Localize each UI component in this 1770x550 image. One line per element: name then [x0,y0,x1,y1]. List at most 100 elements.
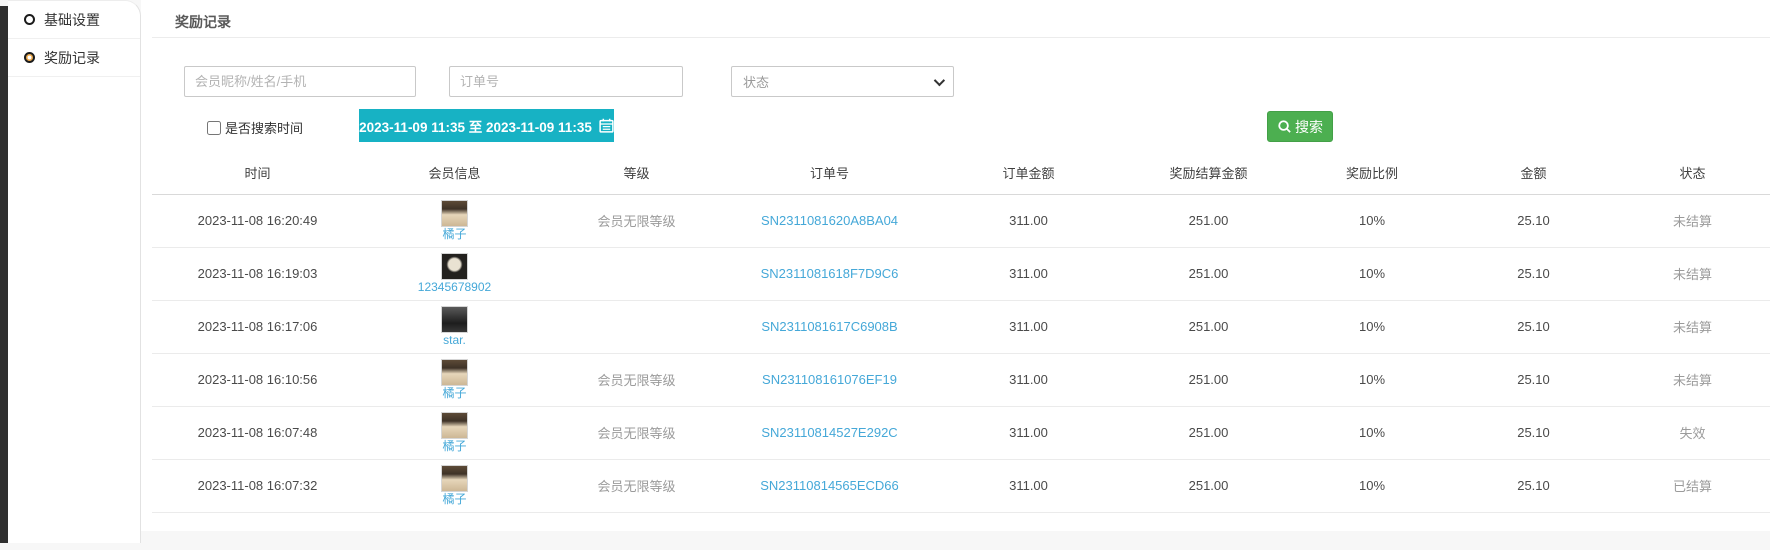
avatar[interactable] [441,253,468,280]
member-name-link[interactable]: 12345678902 [418,281,491,295]
table-row: 2023-11-08 16:17:06 star. SN2311081617C6… [152,300,1770,353]
status-cell: 未结算 [1615,194,1770,247]
column-header: 金额 [1452,152,1615,194]
order-number-input[interactable] [449,66,683,97]
settle-amount-cell: 251.00 [1125,406,1292,459]
table-body: 2023-11-08 16:20:49 橘子 会员无限等级 SN23110816… [152,194,1770,512]
sidebar-item-label: 奖励记录 [44,48,100,68]
member-name-link[interactable]: 橘子 [442,440,466,454]
time-cell: 2023-11-08 16:20:49 [152,194,363,247]
chevron-down-icon [934,74,945,85]
level-cell [546,247,727,300]
date-range-label: 2023-11-09 11:35 至 2023-11-09 11:35 [359,116,592,136]
amount-cell: 25.10 [1452,247,1615,300]
search-time-checkbox[interactable] [207,121,221,135]
reward-ratio-cell: 10% [1292,300,1452,353]
column-header: 订单号 [727,152,932,194]
member-cell: 橘子 [363,459,546,512]
reward-ratio-cell: 10% [1292,194,1452,247]
order-amount-cell: 311.00 [932,406,1125,459]
order-number-link[interactable]: SN23110814565ECD66 [760,478,899,493]
column-header: 奖励结算金额 [1125,152,1292,194]
sidebar-item-label: 基础设置 [44,10,100,30]
reward-ratio-cell: 10% [1292,406,1452,459]
order-amount-cell: 311.00 [932,300,1125,353]
member-cell: star. [363,300,546,353]
member-name-link[interactable]: 橘子 [442,493,466,507]
column-header: 等级 [546,152,727,194]
search-button[interactable]: 搜索 [1267,111,1333,142]
order-number-link[interactable]: SN2311081617C6908B [761,319,897,334]
table-row: 2023-11-08 16:07:48 橘子 会员无限等级 SN23110814… [152,406,1770,459]
level-cell: 会员无限等级 [546,353,727,406]
member-search-input[interactable] [184,66,416,97]
member-cell: 橘子 [363,406,546,459]
amount-cell: 25.10 [1452,353,1615,406]
time-cell: 2023-11-08 16:07:32 [152,459,363,512]
table-row: 2023-11-08 16:07:32 橘子 会员无限等级 SN23110814… [152,459,1770,512]
amount-cell: 25.10 [1452,459,1615,512]
column-header: 时间 [152,152,363,194]
avatar[interactable] [441,465,468,492]
avatar[interactable] [441,412,468,439]
column-header: 订单金额 [932,152,1125,194]
avatar[interactable] [441,200,468,227]
status-select-value: 状态 [743,72,769,91]
avatar[interactable] [441,359,468,386]
order-amount-cell: 311.00 [932,194,1125,247]
title-divider [152,37,1770,38]
table-row: 2023-11-08 16:20:49 橘子 会员无限等级 SN23110816… [152,194,1770,247]
column-header: 状态 [1615,152,1770,194]
sidebar-item-basic-settings[interactable]: 基础设置 [8,1,140,39]
main-content: 奖励记录 状态 是否搜索时间 2023-11-09 11:35 至 2023-1… [141,0,1770,531]
member-name-link[interactable]: star. [443,334,466,348]
reward-ratio-cell: 10% [1292,459,1452,512]
level-cell [546,300,727,353]
table-header-row: 时间会员信息等级订单号订单金额奖励结算金额奖励比例金额状态 [152,152,1770,194]
reward-ratio-cell: 10% [1292,247,1452,300]
order-number-link[interactable]: SN2311081620A8BA04 [761,213,898,228]
column-header: 会员信息 [363,152,546,194]
date-range-button[interactable]: 2023-11-09 11:35 至 2023-11-09 11:35 [359,109,614,142]
settle-amount-cell: 251.00 [1125,194,1292,247]
status-cell: 失效 [1615,406,1770,459]
time-cell: 2023-11-08 16:19:03 [152,247,363,300]
reward-ratio-cell: 10% [1292,353,1452,406]
reward-records-table: 时间会员信息等级订单号订单金额奖励结算金额奖励比例金额状态 2023-11-08… [152,152,1770,513]
table-row: 2023-11-08 16:19:03 12345678902 SN231108… [152,247,1770,300]
radio-circle-icon [24,14,35,25]
level-cell: 会员无限等级 [546,194,727,247]
time-cell: 2023-11-08 16:07:48 [152,406,363,459]
order-number-link[interactable]: SN231108161076EF19 [762,372,897,387]
page-background-band [0,531,1770,550]
amount-cell: 25.10 [1452,300,1615,353]
amount-cell: 25.10 [1452,406,1615,459]
order-number-link[interactable]: SN23110814527E292C [761,425,897,440]
order-number-link[interactable]: SN2311081618F7D9C6 [761,266,899,281]
member-name-link[interactable]: 橘子 [442,228,466,242]
sidebar-item-reward-records[interactable]: 奖励记录 [8,39,140,77]
amount-cell: 25.10 [1452,194,1615,247]
search-button-label: 搜索 [1295,117,1323,137]
settle-amount-cell: 251.00 [1125,459,1292,512]
member-cell: 橘子 [363,353,546,406]
status-select[interactable]: 状态 [731,66,954,97]
table-row: 2023-11-08 16:10:56 橘子 会员无限等级 SN23110816… [152,353,1770,406]
status-cell: 未结算 [1615,353,1770,406]
column-header: 奖励比例 [1292,152,1452,194]
member-name-link[interactable]: 橘子 [442,387,466,401]
member-cell: 橘子 [363,194,546,247]
page-title: 奖励记录 [175,12,231,32]
order-amount-cell: 311.00 [932,353,1125,406]
calendar-icon [599,118,614,133]
member-cell: 12345678902 [363,247,546,300]
status-cell: 未结算 [1615,247,1770,300]
radio-circle-icon-active [24,52,35,63]
avatar[interactable] [441,306,468,333]
status-cell: 未结算 [1615,300,1770,353]
search-time-checkbox-wrap[interactable]: 是否搜索时间 [207,118,303,137]
order-amount-cell: 311.00 [932,247,1125,300]
settle-amount-cell: 251.00 [1125,353,1292,406]
search-time-checkbox-label: 是否搜索时间 [225,118,303,137]
settle-amount-cell: 251.00 [1125,247,1292,300]
